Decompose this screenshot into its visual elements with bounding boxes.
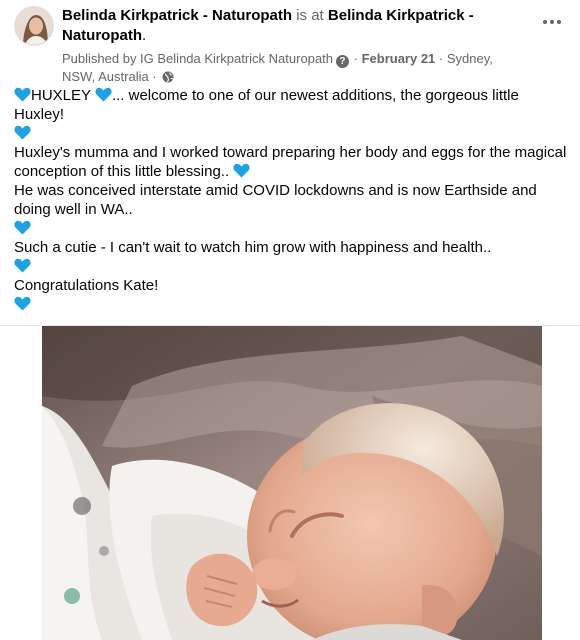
conceived-text: He was conceived interstate amid COVID l… xyxy=(14,182,537,218)
author-name-link[interactable]: Belinda Kirkpatrick - Naturopath xyxy=(62,7,292,24)
heart-line-1 xyxy=(14,124,570,143)
blue-heart-icon xyxy=(14,125,31,140)
post-photo-newborn[interactable] xyxy=(42,326,542,640)
blue-heart-icon xyxy=(233,163,250,178)
post-date-link[interactable]: February 21 xyxy=(362,51,436,66)
post-meta: Published by IG Belinda Kirkpatrick Natu… xyxy=(62,50,512,88)
cutie-text: Such a cutie - I can't wait to watch him… xyxy=(14,239,492,256)
body-paragraph-4: Such a cutie - I can't wait to watch him… xyxy=(14,238,570,257)
help-question-icon[interactable]: ? xyxy=(335,55,349,68)
author-avatar[interactable] xyxy=(14,6,54,46)
meta-separator-1: · xyxy=(353,51,358,66)
body-paragraph-1: HUXLEY ... welcome to one of our newest … xyxy=(14,86,570,124)
is-at-label: is at xyxy=(296,7,324,24)
heart-line-2 xyxy=(14,219,570,238)
huxley-caps: HUXLEY xyxy=(31,87,91,104)
heart-line-3 xyxy=(14,257,570,276)
meta-separator-3: · xyxy=(152,69,157,84)
post-title-block: Belinda Kirkpatrick - Naturopath is at B… xyxy=(62,6,512,88)
post-header: Belinda Kirkpatrick - Naturopath is at B… xyxy=(0,0,580,84)
more-options-icon[interactable] xyxy=(540,10,564,34)
blue-heart-icon xyxy=(14,296,31,311)
published-by-label: Published by IG Belinda Kirkpatrick Natu… xyxy=(62,51,333,66)
congratulations-text: Congratulations Kate! xyxy=(14,277,159,294)
body-paragraph-2: Huxley's mumma and I worked toward prepa… xyxy=(14,143,570,181)
blue-heart-icon xyxy=(14,258,31,273)
body-paragraph-5: Congratulations Kate! xyxy=(14,276,570,295)
body-paragraph-3: He was conceived interstate amid COVID l… xyxy=(14,181,570,219)
post-body: HUXLEY ... welcome to one of our newest … xyxy=(14,86,570,314)
blue-heart-icon xyxy=(95,87,112,102)
preparation-text: Huxley's mumma and I worked toward prepa… xyxy=(14,144,567,180)
title-period: . xyxy=(142,27,147,44)
post-title-line: Belinda Kirkpatrick - Naturopath is at B… xyxy=(62,6,512,46)
blue-heart-icon xyxy=(14,87,31,102)
blue-heart-icon xyxy=(14,220,31,235)
facebook-post: Belinda Kirkpatrick - Naturopath is at B… xyxy=(0,0,580,640)
heart-line-4 xyxy=(14,295,570,314)
meta-separator-2: · xyxy=(438,51,444,66)
